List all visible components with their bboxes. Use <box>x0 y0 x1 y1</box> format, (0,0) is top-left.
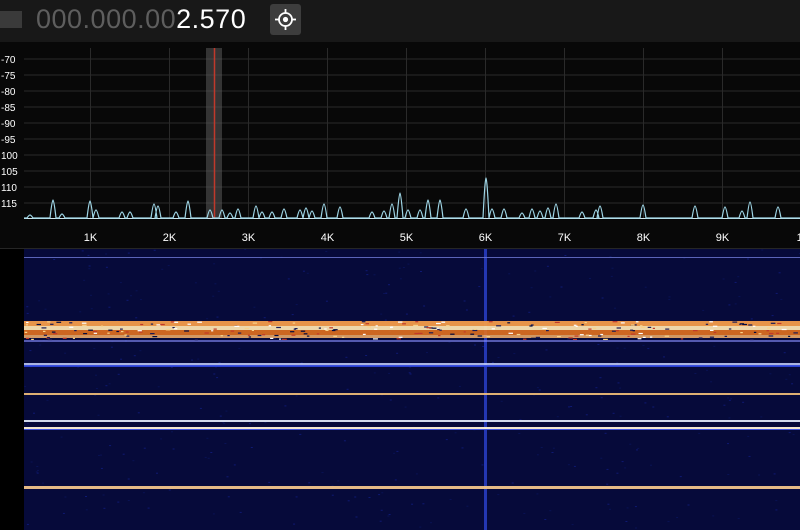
toolbar: 000.000.002.570 <box>0 0 800 42</box>
db-tick-label: -85 <box>1 103 16 114</box>
menu-toggle-button[interactable] <box>0 11 22 28</box>
waterfall-display[interactable] <box>24 249 800 530</box>
freq-tick-label: 9K <box>716 232 730 244</box>
waterfall-signal-band <box>24 429 800 430</box>
waterfall-signal-band <box>24 335 800 338</box>
freq-tick-label: 6K <box>479 232 493 244</box>
freq-tick-label: 8K <box>637 232 651 244</box>
waterfall-signal-band <box>24 365 800 367</box>
freq-tick-label: 7K <box>558 232 572 244</box>
db-tick-label: -75 <box>1 71 16 82</box>
spectrum-plot[interactable]: -70 -75 -80 -85 -90 -95 100 105 110 115 1K 2K 3K 4K 5K… <box>0 42 800 248</box>
frequency-digits-bright[interactable]: 2.570 <box>176 4 246 34</box>
freq-tick-label: 5K <box>400 232 414 244</box>
waterfall-svg[interactable] <box>24 249 800 530</box>
freq-tick-label: 2K <box>163 232 177 244</box>
waterfall-signal-band <box>24 321 800 326</box>
waterfall-gutter <box>0 249 24 530</box>
waterfall-signal-band <box>24 326 800 330</box>
db-tick-label: -80 <box>1 87 16 98</box>
crosshair-icon <box>275 9 296 30</box>
frequency-digits-dim[interactable]: 000.000.00 <box>36 4 176 34</box>
waterfall-signal-band <box>24 340 800 342</box>
waterfall-signal-band <box>24 420 800 422</box>
spectrum-trace <box>24 177 800 219</box>
db-tick-label: -90 <box>1 119 16 130</box>
freq-tick-label: 1( <box>797 232 800 244</box>
db-tick-label: -95 <box>1 135 16 146</box>
frequency-display[interactable]: 000.000.002.570 <box>36 3 246 35</box>
freq-tick-label: 1K <box>84 232 98 244</box>
db-tick-label: 115 <box>1 199 17 210</box>
center-frequency-button[interactable] <box>270 4 301 35</box>
waterfall-signal-band <box>24 486 800 489</box>
freq-tick-label: 3K <box>242 232 256 244</box>
freq-tick-label: 4K <box>321 232 335 244</box>
db-tick-label: -70 <box>1 55 16 66</box>
db-tick-label: 110 <box>1 183 17 194</box>
spectrum-svg[interactable]: -70 -75 -80 -85 -90 -95 100 105 110 115 1K 2K 3K 4K 5K… <box>0 42 800 248</box>
db-tick-label: 105 <box>1 167 18 178</box>
waterfall-signal-band <box>24 393 800 395</box>
waterfall-signal-band <box>24 257 800 258</box>
db-tick-label: 100 <box>1 151 18 162</box>
